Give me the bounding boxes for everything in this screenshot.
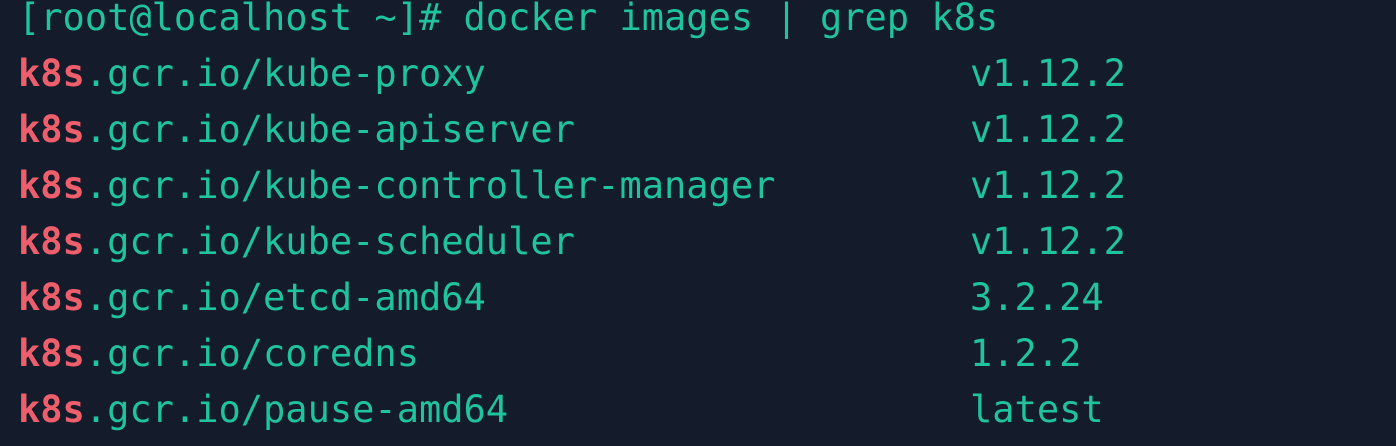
image-repository: k8s.gcr.io/pause-amd64	[18, 390, 970, 430]
image-repository: k8s.gcr.io/kube-controller-manager	[18, 166, 970, 206]
image-tag: v1.12.2	[970, 164, 1126, 207]
image-tag: 1.2.2	[970, 332, 1082, 375]
match-highlight: k8s	[18, 276, 85, 319]
terminal-window[interactable]: [root@localhost ~]# docker images | grep…	[0, 0, 1396, 436]
command-text: docker images | grep k8s	[463, 0, 999, 39]
output-row: k8s.gcr.io/pause-amd64 latest	[18, 390, 1104, 446]
repository-name: .gcr.io/kube-apiserver	[84, 108, 575, 151]
output-row: k8s.gcr.io/etcd-amd64 3.2.24	[18, 278, 1104, 334]
image-repository: k8s.gcr.io/kube-scheduler	[18, 222, 970, 262]
repository-name: .gcr.io/etcd-amd64	[84, 276, 486, 319]
shell-prompt: [root@localhost ~]#	[18, 0, 442, 39]
match-highlight: k8s	[18, 388, 85, 431]
image-tag: 3.2.24	[970, 276, 1104, 319]
output-row: k8s.gcr.io/kube-scheduler v1.12.2	[18, 222, 1126, 278]
output-row: k8s.gcr.io/kube-apiserver v1.12.2	[18, 110, 1126, 166]
repository-name: .gcr.io/kube-controller-manager	[84, 164, 776, 207]
output-row: k8s.gcr.io/coredns 1.2.2	[18, 334, 1081, 390]
command-line: [root@localhost ~]# docker images | grep…	[18, 0, 998, 54]
match-highlight: k8s	[18, 52, 85, 95]
image-tag: v1.12.2	[970, 220, 1126, 263]
match-highlight: k8s	[18, 332, 85, 375]
image-tag: v1.12.2	[970, 108, 1126, 151]
repository-name: .gcr.io/coredns	[84, 332, 419, 375]
match-highlight: k8s	[18, 108, 85, 151]
match-highlight: k8s	[18, 220, 85, 263]
repository-name: .gcr.io/kube-proxy	[84, 52, 486, 95]
match-highlight: k8s	[18, 164, 85, 207]
image-repository: k8s.gcr.io/coredns	[18, 334, 970, 374]
repository-name: .gcr.io/kube-scheduler	[84, 220, 575, 263]
image-tag: v1.12.2	[970, 52, 1126, 95]
image-tag: latest	[970, 388, 1104, 431]
image-repository: k8s.gcr.io/kube-apiserver	[18, 110, 970, 150]
image-repository: k8s.gcr.io/etcd-amd64	[18, 278, 970, 318]
output-row: k8s.gcr.io/kube-proxy v1.12.2	[18, 54, 1126, 110]
output-row: k8s.gcr.io/kube-controller-manager v1.12.…	[18, 166, 1126, 222]
repository-name: .gcr.io/pause-amd64	[84, 388, 509, 431]
image-repository: k8s.gcr.io/kube-proxy	[18, 54, 970, 94]
